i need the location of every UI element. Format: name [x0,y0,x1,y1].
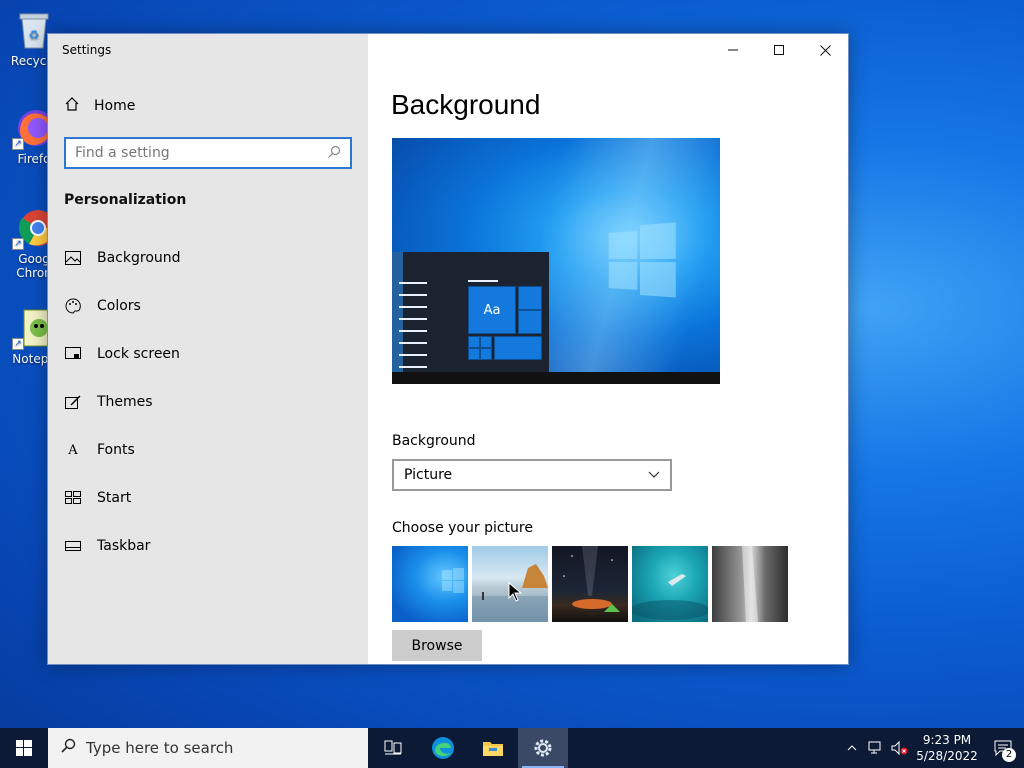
picture-thumbnail-night-sky[interactable] [552,546,628,622]
fonts-icon: A [68,442,78,458]
nav-item-label: Fonts [97,442,135,458]
windows-logo-icon [608,222,676,298]
task-view-icon [384,740,402,755]
maximize-button[interactable] [756,34,802,66]
task-view-button[interactable] [368,728,418,768]
minimize-icon [728,49,738,51]
nav-list: Background Colors Lock screen Themes A F… [48,234,368,570]
main-content: Background Aa Background Picture Choose … [368,34,848,664]
page-title: Background [391,89,541,120]
nav-item-taskbar[interactable]: Taskbar [48,522,368,570]
nav-item-label: Background [97,250,181,266]
notification-badge: 2 [1002,748,1016,762]
maximize-icon [774,45,784,55]
home-icon [64,96,80,116]
windows-start-icon [16,740,32,756]
taskbar-search-box[interactable]: Type here to search [48,728,368,768]
browse-button[interactable]: Browse [392,630,482,661]
settings-search-box[interactable] [64,137,352,169]
picture-thumbnail-underwater[interactable] [632,546,708,622]
edge-icon [432,737,454,759]
shortcut-arrow-icon: ↗ [12,238,24,250]
start-button[interactable] [0,728,48,768]
nav-item-label: Colors [97,298,141,314]
nav-home-label: Home [94,98,136,114]
nav-home[interactable]: Home [64,96,135,116]
picture-icon [64,249,82,267]
sidebar: Settings Home Personalization Background… [48,34,368,664]
nav-item-background[interactable]: Background [48,234,368,282]
network-button[interactable] [864,728,888,768]
preview-taskbar [392,372,720,384]
taskbar-app-edge[interactable] [418,728,468,768]
lock-screen-icon [64,345,82,363]
volume-button[interactable] [888,728,912,768]
taskbar: Type here to search 9:23 PM 5/28/2022 2 [0,728,1024,768]
network-icon [868,741,881,754]
gear-icon [534,739,552,757]
nav-item-themes[interactable]: Themes [48,378,368,426]
window-controls [710,34,848,66]
clock-time: 9:23 PM [922,733,972,747]
search-icon [60,738,76,758]
nav-item-label: Themes [97,394,153,410]
nav-item-label: Lock screen [97,346,180,362]
preview-tile-aa: Aa [468,286,516,334]
settings-search-input[interactable] [75,145,327,161]
taskbar-search-placeholder: Type here to search [86,739,234,757]
background-label: Background [392,433,476,449]
background-type-dropdown[interactable]: Picture [392,459,672,491]
background-preview: Aa [392,138,720,384]
nav-item-start[interactable]: Start [48,474,368,522]
system-tray: 9:23 PM 5/28/2022 2 [840,728,1024,768]
mouse-cursor-icon [508,581,523,606]
picture-thumbnail-waterfall[interactable] [712,546,788,622]
search-icon[interactable] [327,144,341,163]
volume-muted-icon [891,741,908,755]
svg-text:♻: ♻ [29,28,40,42]
taskbar-clock[interactable]: 9:23 PM 5/28/2022 [912,732,982,764]
preview-start-menu: Aa [392,252,549,372]
show-hidden-icons-button[interactable] [840,728,864,768]
action-center-button[interactable]: 2 [982,728,1024,768]
picture-thumbnail-windows[interactable] [392,546,468,622]
chevron-up-icon [847,745,857,751]
shortcut-arrow-icon: ↗ [12,338,24,350]
file-explorer-icon [483,742,503,756]
window-title: Settings [62,43,112,57]
section-title: Personalization [64,192,187,208]
shortcut-arrow-icon: ↗ [12,138,24,150]
close-button[interactable] [802,34,848,66]
chevron-down-icon [648,467,660,483]
minimize-button[interactable] [710,34,756,66]
nav-item-fonts[interactable]: A Fonts [48,426,368,474]
nav-item-label: Taskbar [97,538,151,554]
choose-picture-label: Choose your picture [392,520,533,536]
close-icon [819,44,831,56]
themes-icon [64,393,82,411]
taskbar-app-file-explorer[interactable] [468,728,518,768]
start-icon [64,489,82,507]
picture-thumbnails [392,546,788,622]
nav-item-label: Start [97,490,132,506]
settings-window: Settings Home Personalization Background… [47,33,849,665]
nav-item-colors[interactable]: Colors [48,282,368,330]
palette-icon [64,297,82,315]
nav-item-lock-screen[interactable]: Lock screen [48,330,368,378]
taskbar-icon [64,537,82,555]
clock-date: 5/28/2022 [916,749,978,763]
dropdown-value: Picture [404,467,453,483]
taskbar-app-settings[interactable] [518,728,568,768]
